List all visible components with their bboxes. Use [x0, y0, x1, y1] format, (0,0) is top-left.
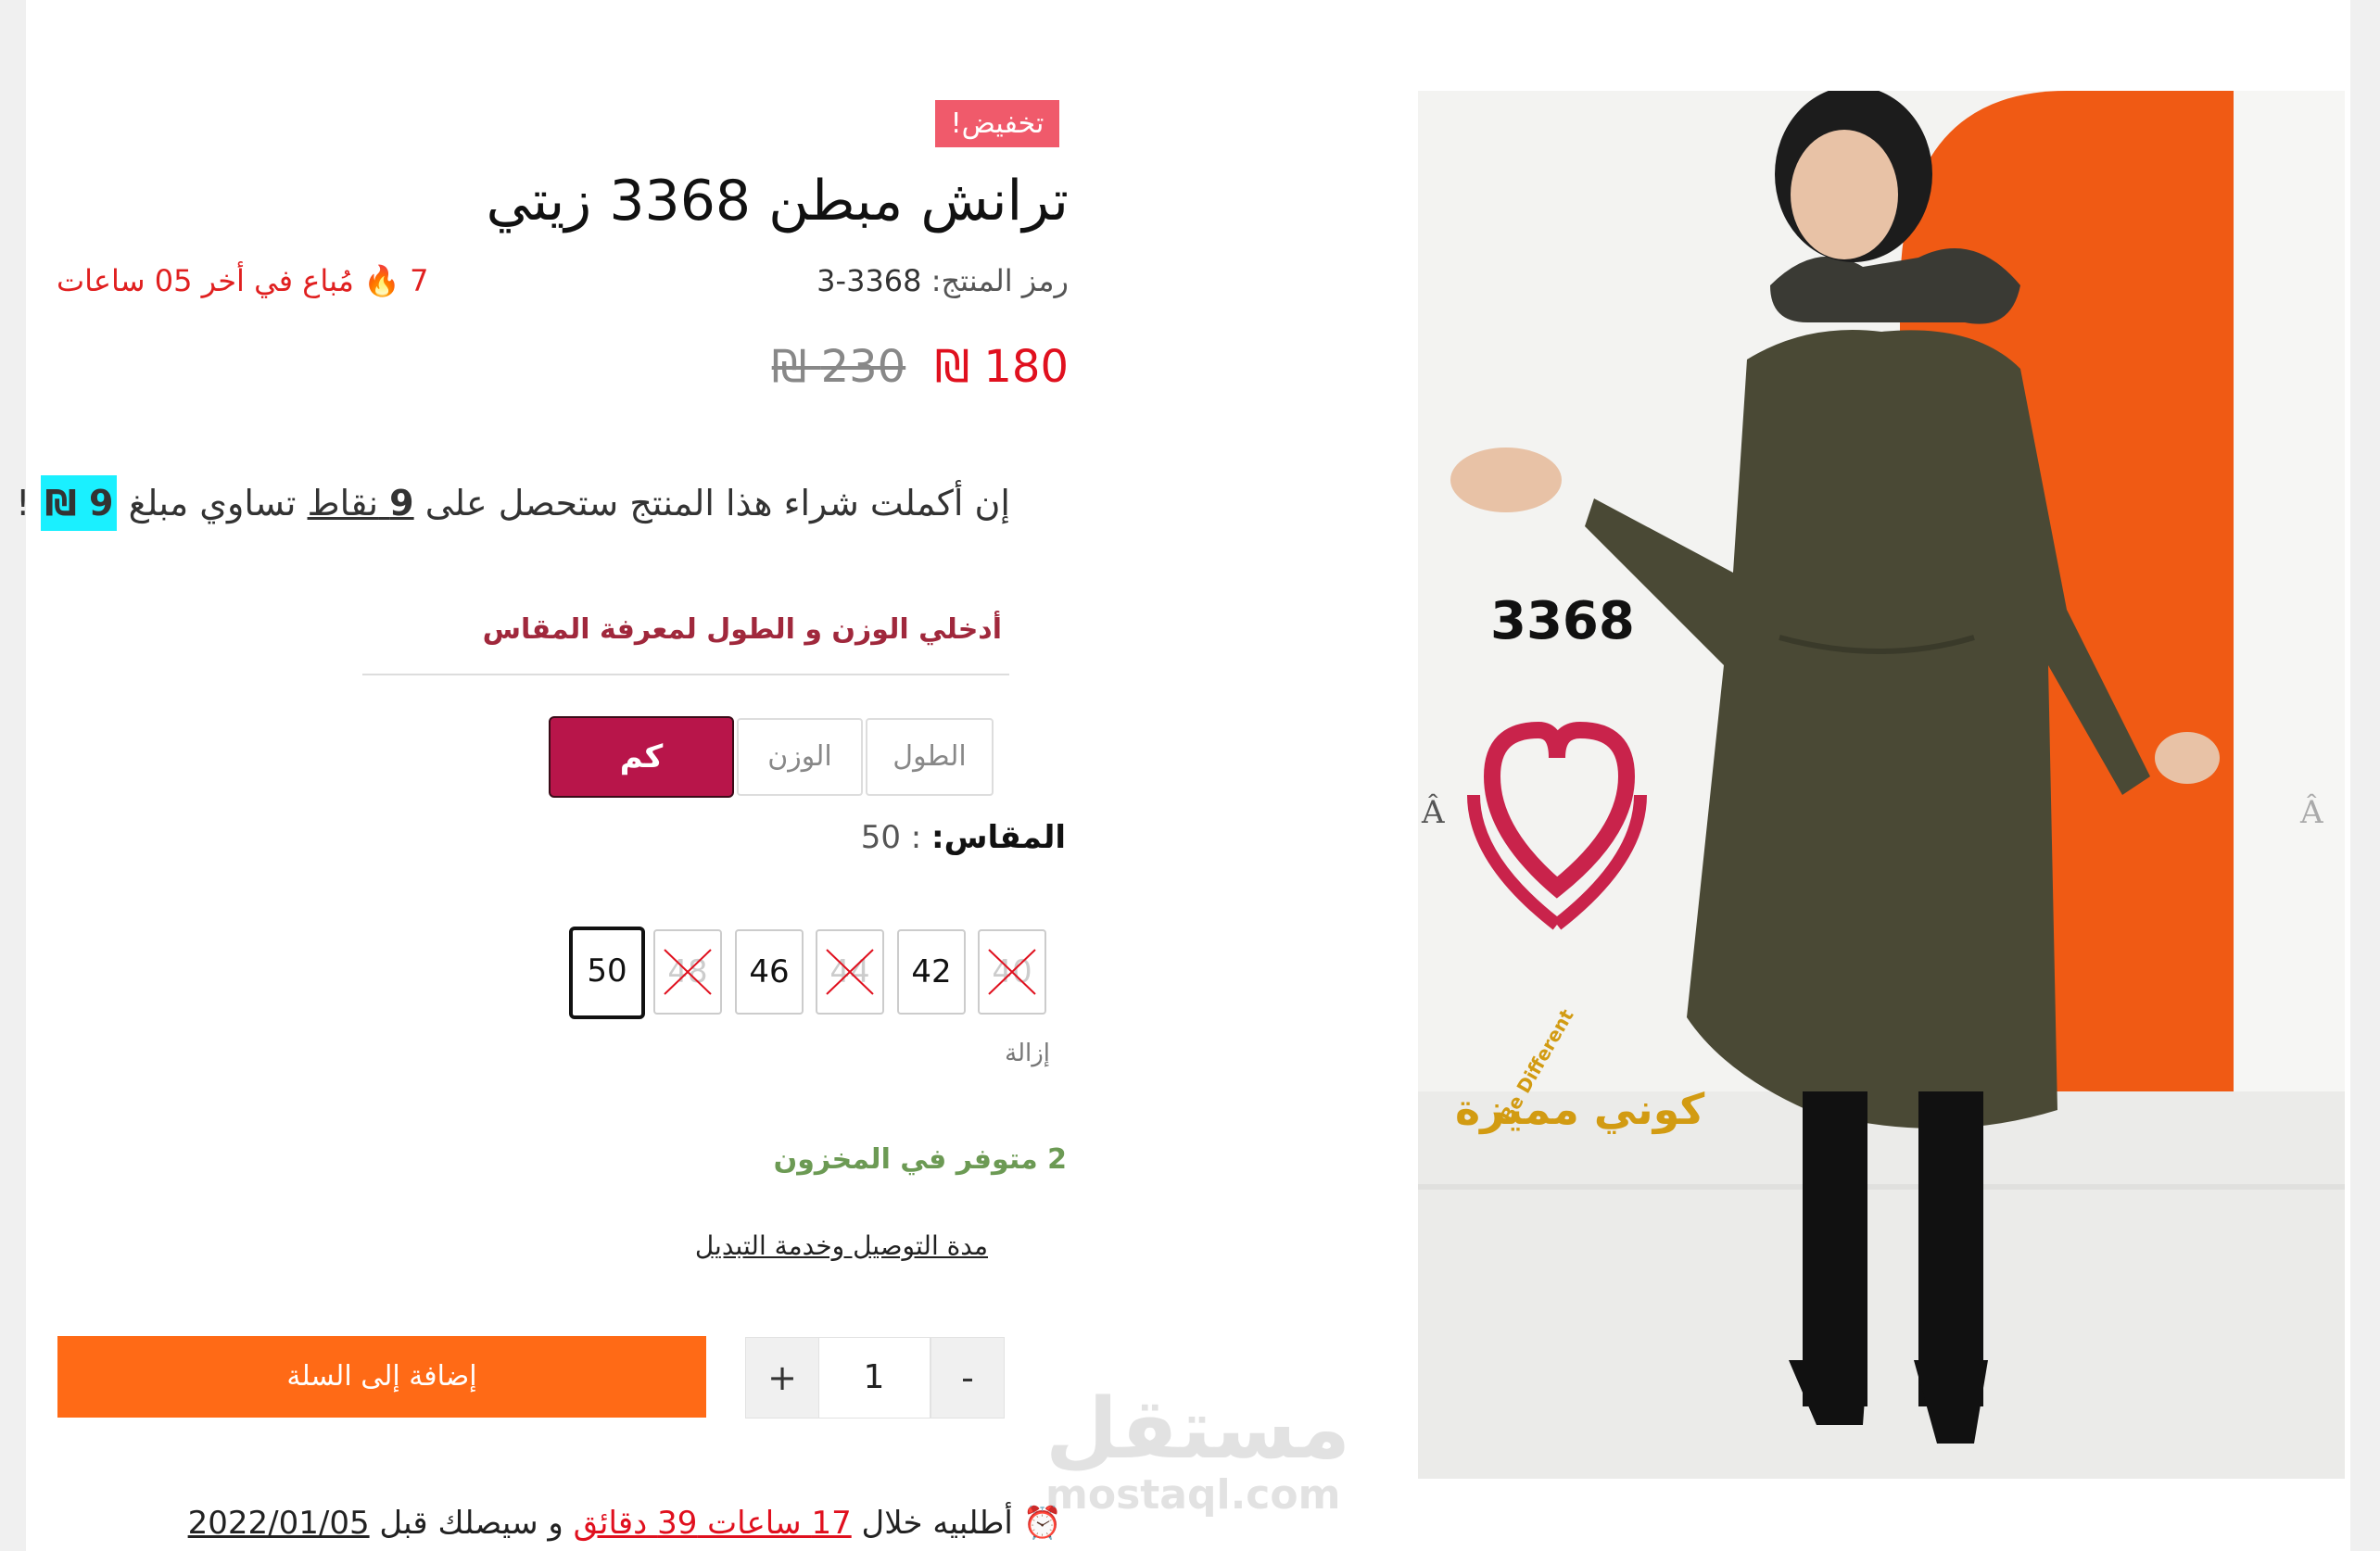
order-prefix: ⏰ أطلبيه خلال	[861, 1505, 1062, 1542]
points-prefix: إن أكملت شراء هذا المنتج ستحصل على	[424, 483, 1010, 523]
size-option-42[interactable]: 42	[897, 929, 966, 1015]
size-option-44[interactable]: 44	[816, 929, 884, 1015]
watermark-latin: mostaql.com	[1045, 1471, 1341, 1519]
product-image[interactable]: Â Â 3368 كوني مميزة Be Different	[1418, 91, 2345, 1479]
points-word: نقاط	[307, 483, 379, 523]
product-photo-illustration: Â Â	[1418, 91, 2345, 1479]
size-option-50[interactable]: 50	[569, 927, 645, 1019]
order-middle: و سيصلك قبل	[379, 1505, 563, 1542]
weight-input[interactable]: الوزن	[737, 718, 863, 796]
points-amount: 9 نقاط	[308, 483, 414, 523]
find-my-size-button[interactable]: كم مقاسي؟	[549, 716, 734, 853]
order-delivery-date: 2022/01/05	[187, 1505, 370, 1542]
height-input[interactable]: الطول	[866, 718, 994, 796]
unavailable-cross-icon	[664, 949, 712, 995]
size-option-48[interactable]: 48	[653, 929, 722, 1015]
size-option-40[interactable]: 40	[978, 929, 1046, 1015]
brand-logo-caption: كوني مميزة	[1455, 1084, 1705, 1134]
price: 180 ₪ 230 ₪	[772, 341, 1069, 393]
sku-row: رمز المنتج: 3368-3	[817, 263, 1069, 298]
points-value: 9 ₪	[41, 475, 118, 531]
unavailable-cross-icon	[988, 949, 1036, 995]
clear-selection-link[interactable]: إزالة	[1005, 1040, 1050, 1067]
size-option-label: 50	[587, 952, 627, 990]
stock-status: 2 متوفر في المخزون	[773, 1143, 1067, 1176]
quantity-input[interactable]: 1	[817, 1337, 930, 1419]
quantity-decrease-button[interactable]: -	[930, 1337, 1005, 1419]
size-option-label: 42	[911, 953, 952, 990]
product-title: ترانش مبطن 3368 زيتي	[486, 169, 1069, 233]
size-selected-value: : 50	[860, 819, 922, 856]
size-label-row: المقاس: : 50	[861, 819, 1066, 856]
unavailable-cross-icon	[826, 949, 874, 995]
order-countdown: ⏰ أطلبيه خلال 17 ساعات 39 دقائق و سيصلك …	[188, 1505, 1062, 1542]
sku-label: رمز المنتج:	[930, 263, 1069, 298]
size-calculator-heading: أدخلي الوزن و الطول لمعرفة المقاس	[482, 613, 1002, 646]
svg-text:Â: Â	[1421, 793, 1445, 831]
points-middle: تساوي مبلغ	[128, 483, 297, 523]
watermark-arabic: مستقل	[1045, 1381, 1351, 1478]
delivery-info-link[interactable]: مدة التوصيل وخدمة التبديل	[695, 1230, 988, 1261]
points-suffix: !	[16, 483, 31, 523]
quantity-increase-button[interactable]: +	[745, 1337, 819, 1419]
size-option-label: 46	[749, 953, 790, 990]
order-time-left: 17 ساعات 39 دقائق	[573, 1505, 852, 1542]
sold-text: مُباع في أخر 05 ساعات	[57, 263, 354, 298]
fire-icon: 🔥	[363, 263, 400, 298]
add-to-cart-button[interactable]: إضافة إلى السلة	[57, 1336, 706, 1418]
price-original: 230 ₪	[771, 341, 906, 393]
loyalty-points-message: إن أكملت شراء هذا المنتج ستحصل على 9 نقا…	[16, 471, 1010, 536]
image-product-code: 3368	[1490, 591, 1635, 651]
sale-badge: تخفيض!	[935, 100, 1059, 147]
price-current: 180 ₪	[934, 341, 1069, 393]
recent-sales: 7 🔥 مُباع في أخر 05 ساعات	[57, 263, 428, 298]
divider	[362, 674, 1009, 675]
size-label: المقاس:	[931, 819, 1066, 856]
product-page: Â Â 3368 كوني مميزة Be Different تخفيض! …	[16, 0, 2350, 1551]
points-count: 9	[389, 483, 414, 523]
sku-value: 3368-3	[817, 263, 922, 298]
sold-count: 7	[410, 263, 429, 298]
size-option-46[interactable]: 46	[735, 929, 804, 1015]
svg-text:Â: Â	[2299, 793, 2323, 831]
